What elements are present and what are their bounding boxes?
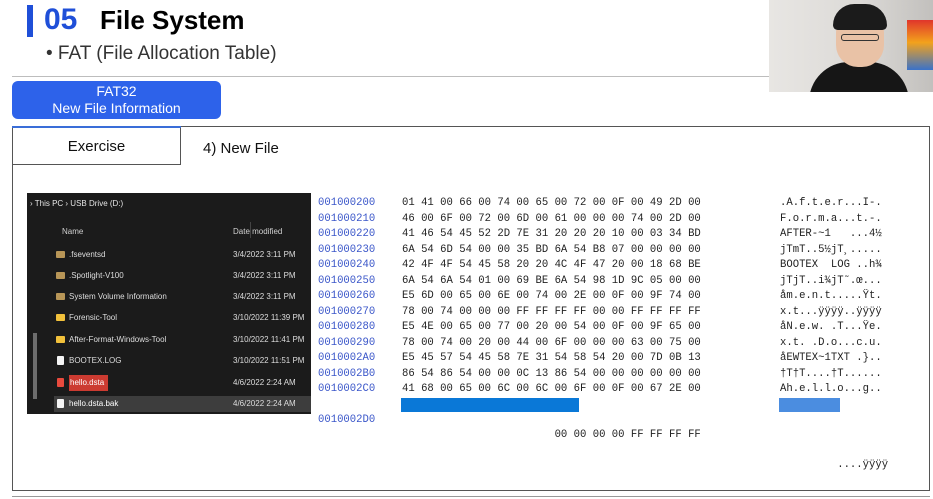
explorer-column-header: Name Date modified bbox=[52, 222, 311, 238]
section-tab-line2: New File Information bbox=[52, 100, 181, 116]
file-row: System Volume Information 3/4/2022 3:11 … bbox=[54, 289, 311, 305]
hex-selection-bytes bbox=[401, 398, 579, 412]
file-row: After-Format-Windows-Tool 3/10/2022 11:4… bbox=[54, 332, 311, 348]
file-row: Forensic-Tool 3/10/2022 11:39 PM bbox=[54, 310, 311, 326]
page-subtitle: • FAT (File Allocation Table) bbox=[46, 43, 277, 64]
page-title: File System bbox=[100, 5, 245, 35]
file-row: BOOTEX.LOG 3/10/2022 11:51 PM bbox=[54, 353, 311, 369]
file-row: hello.dsta 4/6/2022 2:24 AM bbox=[54, 375, 311, 391]
file-row: .Spotlight-V100 3/4/2022 3:11 PM bbox=[54, 268, 311, 284]
step-label: 4) New File bbox=[203, 140, 279, 157]
folder-icon bbox=[56, 336, 65, 343]
file-icon bbox=[57, 399, 64, 408]
hex-selection-ascii bbox=[779, 398, 840, 412]
section-number: 05 bbox=[44, 3, 78, 36]
folder-icon bbox=[56, 272, 65, 279]
hex-row-selected: 0010002D0 00 00 00 00 FF FF FF FF 64 00 … bbox=[318, 413, 889, 486]
section-tab-line1: FAT32 bbox=[96, 83, 137, 99]
exercise-tab: Exercise bbox=[12, 126, 181, 165]
breadcrumb: › This PC › USB Drive (D:) bbox=[30, 199, 124, 208]
file-row: .fseventsd 3/4/2022 3:11 PM bbox=[54, 247, 311, 263]
section-tab: FAT32 New File Information bbox=[12, 81, 221, 119]
column-name: Name bbox=[62, 227, 84, 236]
webcam-video bbox=[769, 0, 933, 92]
folder-icon bbox=[56, 293, 65, 300]
column-date-modified: Date modified bbox=[233, 227, 283, 236]
folder-icon bbox=[56, 314, 65, 321]
folder-icon bbox=[56, 251, 65, 258]
title-accent-bar bbox=[27, 5, 33, 37]
file-icon bbox=[57, 356, 64, 365]
scrollbar bbox=[33, 333, 37, 399]
file-icon bbox=[57, 378, 64, 387]
file-row-selected: hello.dsta.bak 4/6/2022 2:24 AM bbox=[54, 396, 311, 412]
footer-divider bbox=[12, 496, 930, 497]
file-explorer-screenshot: › This PC › USB Drive (D:) Name Date mod… bbox=[27, 193, 311, 414]
